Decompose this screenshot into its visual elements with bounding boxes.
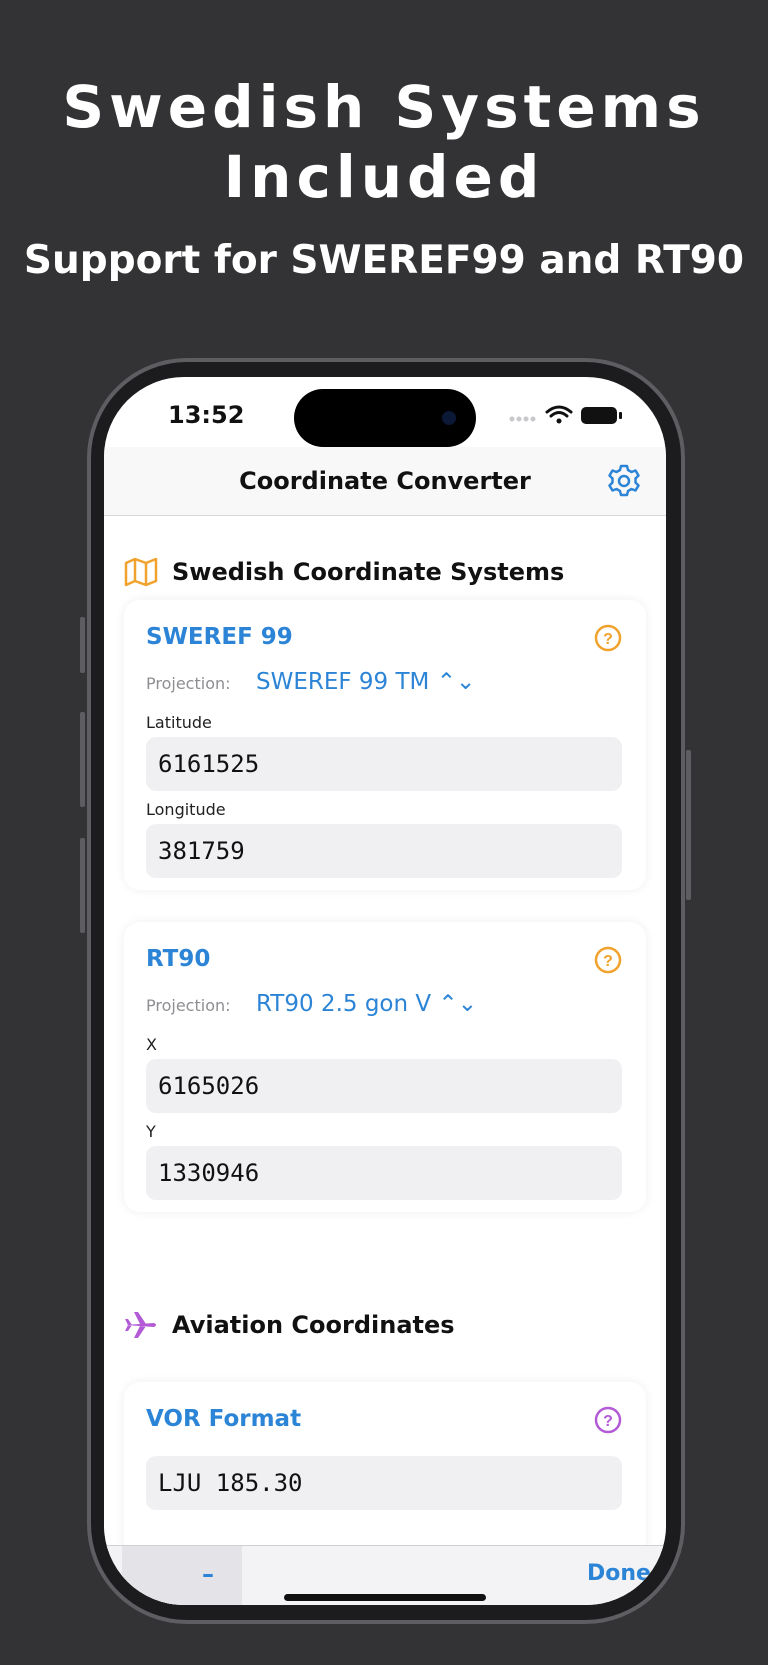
status-icons [506,403,626,431]
sweref-title: SWEREF 99 [146,624,293,650]
swedish-section-title: Swedish Coordinate Systems [172,558,565,586]
home-indicator[interactable] [284,1594,486,1601]
projection-label: Projection: [146,674,231,693]
camera-icon [442,411,456,425]
sweref-projection-picker[interactable]: SWEREF 99 TM ⌃⌄ [256,669,475,695]
y-label: Y [146,1122,156,1141]
help-icon[interactable]: ? [594,946,622,974]
aviation-section-header: Aviation Coordinates [124,1310,455,1340]
svg-text:?: ? [603,631,613,648]
promo-subline: Support for SWEREF99 and RT90 [23,238,745,283]
longitude-field[interactable]: 381759 [146,824,622,878]
rt90-title: RT90 [146,946,211,972]
signal-icon [509,416,536,422]
phone-button-volume-down [80,838,85,933]
status-time: 13:52 [168,401,245,429]
rt90-card: RT90 ? Projection: RT90 2.5 gon V ⌃⌄ X 6… [124,922,646,1212]
dynamic-island [294,389,476,447]
help-icon[interactable]: ? [594,1406,622,1434]
nav-title: Coordinate Converter [239,467,531,495]
wifi-icon [545,405,573,424]
help-icon[interactable]: ? [594,624,622,652]
phone-screen: 13:52 Coordinate Converter Swedish Coord… [104,377,666,1605]
sweref-card: SWEREF 99 ? Projection: SWEREF 99 TM ⌃⌄ … [124,600,646,890]
x-field[interactable]: 6165026 [146,1059,622,1113]
navigation-bar: Coordinate Converter [104,447,666,516]
svg-text:?: ? [603,953,613,970]
promo-headline: Swedish Systems Included [62,73,706,211]
status-bar: 13:52 [104,377,666,447]
gear-icon[interactable] [606,463,642,499]
battery-icon [581,407,622,424]
latitude-field[interactable]: 6161525 [146,737,622,791]
minus-label: – [202,1560,214,1588]
scroll-content[interactable]: Swedish Coordinate Systems SWEREF 99 ? P… [104,516,666,1605]
swedish-section-header: Swedish Coordinate Systems [124,557,564,587]
x-label: X [146,1035,157,1054]
phone-button-silent [80,617,85,673]
y-field[interactable]: 1330946 [146,1146,622,1200]
longitude-label: Longitude [146,800,226,819]
rt90-projection-picker[interactable]: RT90 2.5 gon V ⌃⌄ [256,991,477,1017]
vor-field[interactable]: LJU 185.30 [146,1456,622,1510]
vor-title: VOR Format [146,1406,302,1432]
aviation-section-title: Aviation Coordinates [172,1311,455,1339]
done-button[interactable]: Done [587,1561,651,1586]
airplane-icon [125,1312,156,1338]
latitude-label: Latitude [146,713,212,732]
phone-button-volume-up [80,712,85,807]
phone-button-power [686,750,691,900]
projection-label: Projection: [146,996,231,1015]
svg-text:?: ? [603,1413,613,1430]
minus-key[interactable]: – [122,1546,242,1605]
map-icon [124,557,158,587]
